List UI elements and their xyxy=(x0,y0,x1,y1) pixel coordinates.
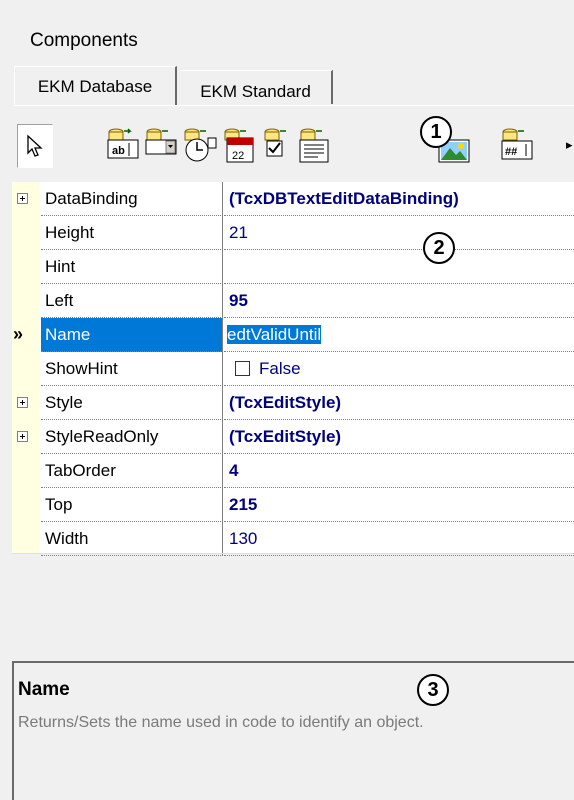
property-value[interactable]: False xyxy=(224,352,574,386)
property-value[interactable]: (TcxEditStyle) xyxy=(224,386,574,420)
property-row-databinding[interactable]: DataBinding (TcxDBTextEditDataBinding) xyxy=(12,182,574,216)
property-row-top[interactable]: Top 215 xyxy=(12,488,574,522)
db-time-icon[interactable] xyxy=(180,126,218,164)
property-name[interactable]: DataBinding xyxy=(41,182,223,216)
property-name[interactable]: Height xyxy=(41,216,223,250)
property-value[interactable]: (TcxDBTextEditDataBinding) xyxy=(224,182,574,216)
property-name[interactable]: ShowHint xyxy=(41,352,223,386)
property-row-style[interactable]: Style (TcxEditStyle) xyxy=(12,386,574,420)
expand-plus-icon[interactable] xyxy=(17,397,28,408)
property-value[interactable]: 4 xyxy=(224,454,574,488)
property-name[interactable]: Hint xyxy=(41,250,223,284)
property-name[interactable]: TabOrder xyxy=(41,454,223,488)
svg-text:ab: ab xyxy=(112,145,125,157)
property-name[interactable]: Left xyxy=(41,284,223,318)
property-row-showhint[interactable]: ShowHint False xyxy=(12,352,574,386)
grid-bottom-divider xyxy=(12,553,574,554)
callout-3: 3 xyxy=(417,674,449,706)
property-row-taborder[interactable]: TabOrder 4 xyxy=(12,454,574,488)
db-date-icon[interactable]: 22 xyxy=(220,126,258,164)
property-value[interactable]: edtValidUntil xyxy=(224,318,574,352)
expand-plus-icon[interactable] xyxy=(17,193,28,204)
property-value[interactable]: 215 xyxy=(224,488,574,522)
property-row-width[interactable]: Width 130 xyxy=(12,522,574,556)
property-value[interactable]: 21 xyxy=(224,216,574,250)
db-combo-icon[interactable] xyxy=(142,126,180,164)
showhint-checkbox[interactable] xyxy=(235,361,250,376)
property-name[interactable]: Style xyxy=(41,386,223,420)
property-value[interactable]: (TcxEditStyle) xyxy=(224,420,574,454)
checkbox-label: False xyxy=(259,359,301,378)
property-name[interactable]: Top xyxy=(41,488,223,522)
property-name[interactable]: StyleReadOnly xyxy=(41,420,223,454)
description-text: Returns/Sets the name used in code to id… xyxy=(18,714,424,731)
description-title: Name xyxy=(18,679,70,700)
db-text-edit-icon[interactable]: ab xyxy=(104,126,142,164)
selected-row-marker-icon: » xyxy=(13,324,24,344)
toolbar-overflow-icon[interactable]: ▸ xyxy=(566,137,573,153)
property-value[interactable]: 130 xyxy=(224,522,574,556)
db-checkbox-icon[interactable] xyxy=(260,126,298,164)
callout-2: 2 xyxy=(423,232,455,264)
pointer-icon xyxy=(27,134,43,157)
db-memo-icon[interactable] xyxy=(296,126,334,164)
property-name[interactable]: Name xyxy=(41,318,223,352)
expand-plus-icon[interactable] xyxy=(17,431,28,442)
svg-text:22: 22 xyxy=(232,150,244,162)
property-row-height[interactable]: Height 21 xyxy=(12,216,574,250)
tab-ekm-standard[interactable]: EKM Standard xyxy=(180,70,333,104)
property-row-name[interactable]: » Name edtValidUntil xyxy=(12,318,574,352)
tab-divider xyxy=(14,105,574,106)
pointer-tool-button[interactable] xyxy=(17,124,53,168)
svg-text:##: ## xyxy=(505,146,517,158)
db-numeric-edit-icon[interactable]: ## xyxy=(498,126,536,164)
callout-1: 1 xyxy=(420,116,452,148)
tab-ekm-database[interactable]: EKM Database xyxy=(14,66,177,106)
property-value[interactable]: 95 xyxy=(224,284,574,318)
property-row-left[interactable]: Left 95 xyxy=(12,284,574,318)
panel-title: Components xyxy=(30,30,138,51)
property-row-hint[interactable]: Hint xyxy=(12,250,574,284)
property-name[interactable]: Width xyxy=(41,522,223,556)
property-value-selected-text: edtValidUntil xyxy=(227,325,322,344)
property-row-stylereadonly[interactable]: StyleReadOnly (TcxEditStyle) xyxy=(12,420,574,454)
property-value-editor[interactable]: edtValidUntil xyxy=(224,318,574,351)
property-value[interactable] xyxy=(224,250,574,284)
